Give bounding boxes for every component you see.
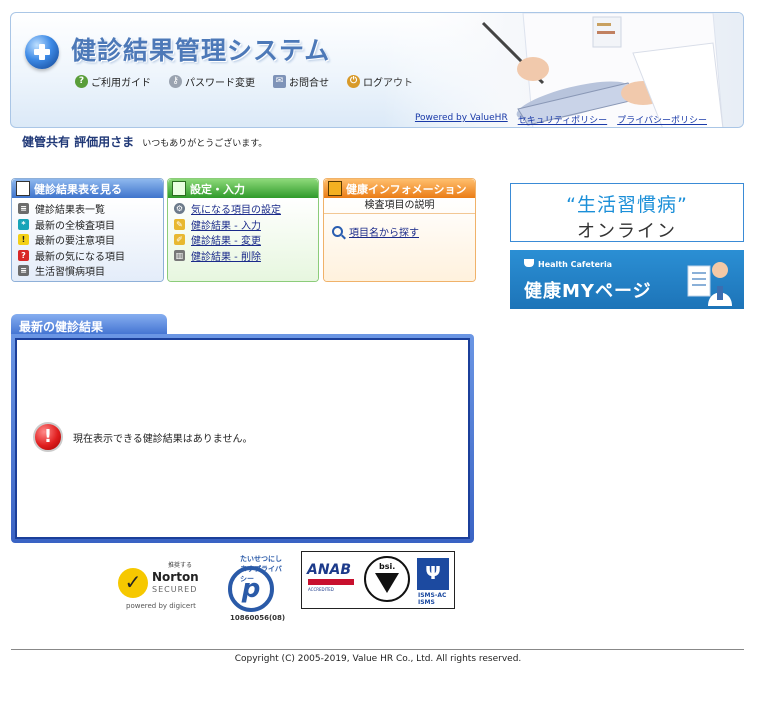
logout-icon: ⏻ [347, 75, 360, 88]
alert-icon: ! [33, 422, 63, 452]
checklist-icon [172, 181, 186, 196]
health-cafeteria-banner[interactable]: Health Cafeteria 健康MYページ [510, 250, 744, 309]
menu-item-label: 健診結果 - 削除 [191, 251, 261, 263]
menu-item-label: 最新の全検査項目 [35, 220, 115, 232]
mail-icon: ✉ [273, 75, 286, 88]
asterisk-icon: * [18, 218, 29, 230]
document-icon [16, 181, 30, 196]
nav-contact-label: お問合せ [289, 78, 329, 89]
help-icon: ? [75, 75, 88, 88]
search-by-item-link[interactable]: 項目名から探す [324, 214, 475, 249]
menu-item-label: 健診結果 - 変更 [191, 236, 261, 248]
footer-divider [11, 649, 744, 650]
greeting-message: いつもありがとうございます。 [142, 139, 268, 149]
settings-menu: 設定・入力 ⚙ 気になる項目の設定 ✎ 健診結果 - 入力 ✐ 健診結果 - 変… [167, 178, 319, 282]
menu-item-label: 最新の気になる項目 [35, 251, 125, 263]
user-name: 健管共有 評価用さま [22, 135, 135, 149]
nav-contact[interactable]: ✉ お問合せ [273, 74, 329, 89]
privacy-number: 10860056(08) [230, 614, 286, 622]
warning-icon: ! [18, 234, 29, 246]
norton-secured: SECURED [152, 585, 198, 594]
results-menu-header: 健診結果表を見る [12, 179, 163, 198]
anab-accredited: ACCREDITED [308, 587, 334, 592]
anab-logo: ANAB [307, 562, 352, 578]
privacy-policy-link[interactable]: プライバシーポリシー [617, 113, 707, 126]
list-icon: ≡ [18, 203, 29, 215]
menu-item-all-tests[interactable]: * 最新の全検査項目 [18, 217, 157, 233]
menu-item-concern-settings[interactable]: ⚙ 気になる項目の設定 [174, 201, 312, 217]
pencil-icon: ✎ [174, 218, 185, 230]
banner-line1: “生活習慣病” [566, 194, 688, 216]
info-menu-header: 健康インフォメーション [324, 179, 475, 198]
menu-item-label: 健診結果表一覧 [35, 205, 105, 217]
plus-logo-icon [25, 35, 59, 69]
no-results-alert: ! 現在表示できる健診結果はありません。 [33, 422, 253, 452]
menu-item-result-delete[interactable]: ▥ 健診結果 - 削除 [174, 248, 312, 264]
menu-item-concern[interactable]: ? 最新の気になる項目 [18, 248, 157, 264]
question-icon: ? [18, 249, 29, 261]
menu-item-label: 最新の要注意項目 [35, 236, 115, 248]
top-nav: ? ご利用ガイド ⚷ パスワード変更 ✉ お問合せ ⏻ ログアウト [75, 74, 413, 89]
norton-seal[interactable]: 推奨する ✓ Norton SECURED powered by digicer… [116, 560, 208, 614]
jipdec-icon: Ψ [417, 558, 449, 590]
copyright-text: Copyright (C) 2005-2019, Value HR Co., L… [234, 654, 522, 664]
norton-recommend-text: 推奨する [168, 562, 193, 569]
system-title: 健診結果管理システム [71, 36, 331, 65]
latest-results-panel: ! 現在表示できる健診結果はありません。 [11, 334, 474, 543]
norton-name: Norton [152, 570, 199, 584]
menu-item-caution[interactable]: ! 最新の要注意項目 [18, 232, 157, 248]
lifestyle-online-banner[interactable]: “生活習慣病” オンライン [510, 183, 744, 242]
isms-ac-text: ISMS-AC ISMS [418, 592, 447, 606]
info-menu-title: 健康インフォメーション [346, 182, 467, 196]
isms-certification-seal: ANAB ACCREDITED bsi. Ψ ISMS-AC ISMS [301, 551, 455, 609]
menu-item-lifestyle[interactable]: ≡ 生活習慣病項目 [18, 263, 157, 279]
gear-icon: ⚙ [174, 203, 185, 215]
search-by-item-label: 項目名から探す [349, 228, 419, 239]
nav-password-label: パスワード変更 [185, 78, 255, 89]
banner-small-text: Health Cafeteria [538, 260, 613, 269]
menu-item-result-input[interactable]: ✎ 健診結果 - 入力 [174, 217, 312, 233]
norton-powered: powered by digicert [126, 602, 196, 610]
edit-icon: ✐ [174, 234, 185, 246]
banner-big-text: 健康MYページ [524, 281, 652, 302]
doctor-illustration [383, 13, 743, 127]
list-icon: ≡ [18, 265, 29, 277]
greeting: 健管共有 評価用さま いつもありがとうございます。 [22, 133, 267, 150]
info-menu: 健康インフォメーション 検査項目の説明 項目名から探す [323, 178, 476, 282]
doctor-icon [687, 262, 732, 306]
header-links: Powered by ValueHR セキュリティポリシー プライバシーポリシー [415, 113, 707, 126]
anab-stripe [308, 579, 354, 585]
menu-item-results-list[interactable]: ≡ 健診結果表一覧 [18, 201, 157, 217]
results-menu: 健診結果表を見る ≡ 健診結果表一覧 * 最新の全検査項目 ! 最新の要注意項目… [11, 178, 164, 282]
privacy-mark-seal[interactable]: たいせつにしますプライバシー p 10860056(08) [218, 554, 288, 624]
info-subtitle: 検査項目の説明 [324, 198, 475, 214]
menu-item-result-edit[interactable]: ✐ 健診結果 - 変更 [174, 232, 312, 248]
bsi-kitemark-icon: bsi. [364, 556, 410, 602]
key-icon: ⚷ [169, 75, 182, 88]
privacy-mark-icon: p [228, 566, 274, 612]
cup-icon [524, 259, 534, 267]
banner-line2: オンライン [577, 221, 677, 242]
settings-menu-header: 設定・入力 [168, 179, 318, 198]
no-results-message: 現在表示できる健診結果はありません。 [73, 433, 253, 445]
settings-menu-title: 設定・入力 [190, 182, 245, 196]
bsi-text: bsi. [379, 562, 396, 571]
header-banner: 健診結果管理システム ? ご利用ガイド ⚷ パスワード変更 ✉ お問合せ ⏻ ロ… [10, 12, 744, 128]
latest-results-tab: 最新の健診結果 [11, 314, 167, 336]
nav-password[interactable]: ⚷ パスワード変更 [169, 74, 255, 89]
security-policy-link[interactable]: セキュリティポリシー [518, 113, 607, 126]
menu-item-label: 健診結果 - 入力 [191, 220, 261, 232]
powered-by-link[interactable]: Powered by ValueHR [415, 113, 508, 126]
magnifier-icon [332, 226, 343, 237]
menu-item-label: 生活習慣病項目 [35, 267, 105, 279]
info-logo-icon [328, 181, 342, 196]
menu-item-label: 気になる項目の設定 [191, 205, 281, 217]
checkmark-icon: ✓ [118, 568, 148, 598]
trash-icon: ▥ [174, 249, 185, 261]
results-menu-title: 健診結果表を見る [34, 182, 122, 196]
nav-guide[interactable]: ? ご利用ガイド [75, 74, 151, 89]
nav-guide-label: ご利用ガイド [91, 78, 151, 89]
